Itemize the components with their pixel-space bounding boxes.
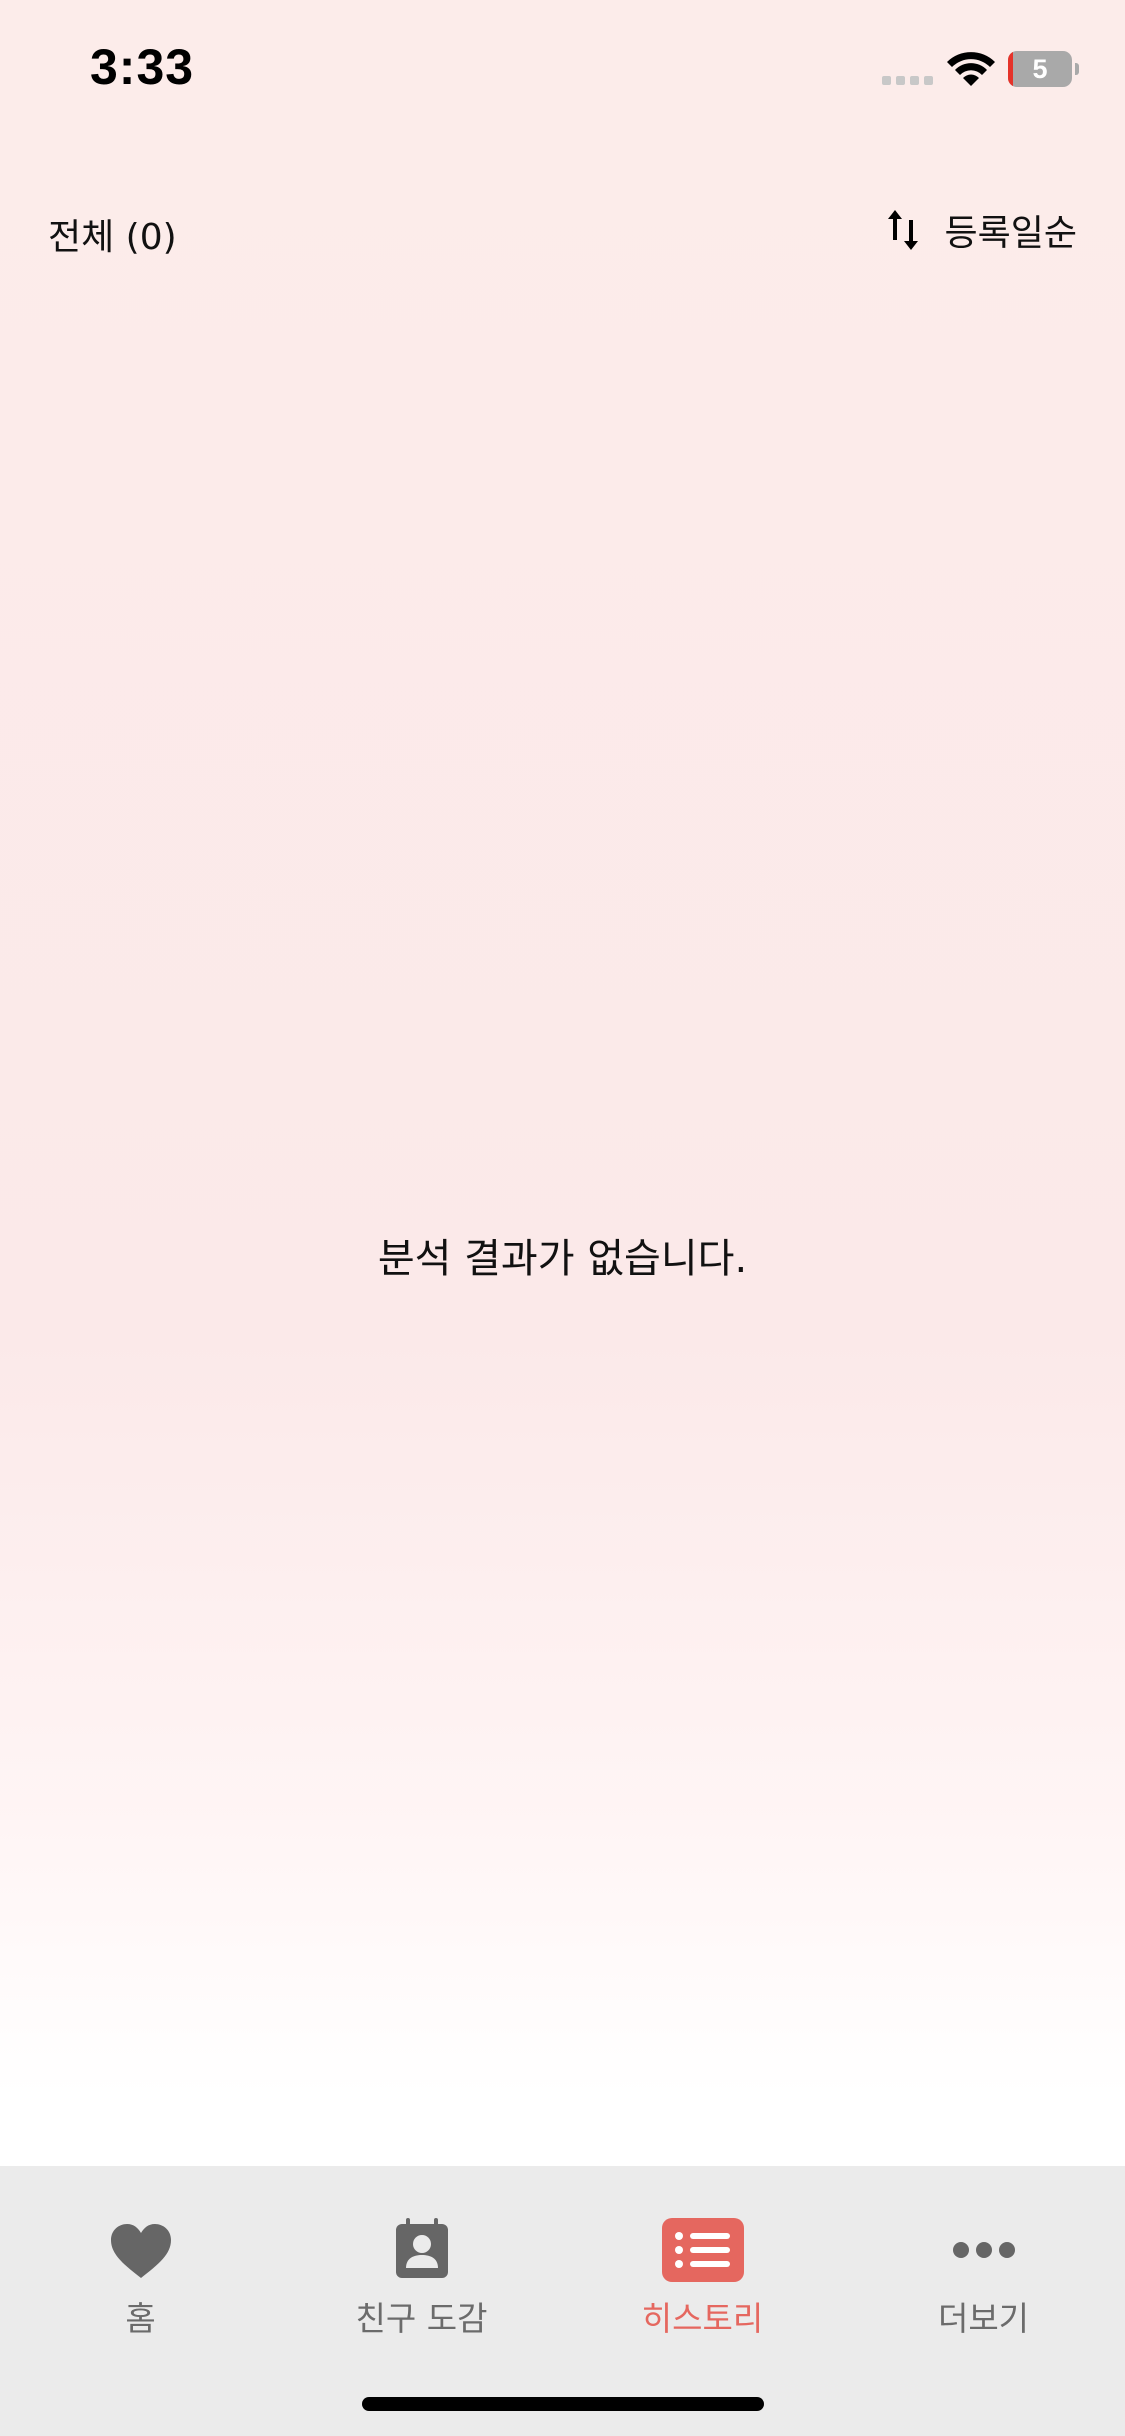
tab-history-label: 히스토리	[641, 2299, 764, 2338]
tab-home-label: 홈	[125, 2299, 156, 2338]
list-icon	[661, 2218, 744, 2282]
sort-button[interactable]: 등록일순	[885, 200, 1077, 260]
signal-dots-icon	[882, 76, 933, 85]
more-dots-icon	[952, 2242, 1015, 2258]
empty-state-message: 분석 결과가 없습니다.	[377, 1236, 748, 1282]
tab-friend-book[interactable]: 친구 도감	[281, 2194, 562, 2338]
heart-icon	[110, 2224, 171, 2278]
home-indicator[interactable]	[362, 2397, 764, 2411]
tab-history[interactable]: 히스토리	[562, 2194, 843, 2338]
tab-bar: 홈 친구 도감 히스토리 더보기	[0, 2166, 1125, 2436]
contact-book-icon	[395, 2218, 448, 2278]
status-bar: 3:33 5	[0, 0, 1125, 140]
battery-cap	[1075, 63, 1079, 75]
battery-icon: 5	[1008, 51, 1072, 87]
sort-label: 등록일순	[944, 213, 1077, 254]
tab-more[interactable]: 더보기	[843, 2194, 1124, 2338]
sort-arrows-icon	[887, 210, 918, 250]
filter-count-label[interactable]: 전체 (0)	[48, 208, 177, 260]
tab-home[interactable]: 홈	[0, 2194, 281, 2338]
tab-friend-book-label: 친구 도감	[355, 2299, 488, 2338]
status-time: 3:33	[90, 39, 195, 95]
wifi-icon	[947, 52, 995, 86]
battery-level-text: 5	[1032, 54, 1048, 84]
tab-more-label: 더보기	[937, 2299, 1030, 2338]
